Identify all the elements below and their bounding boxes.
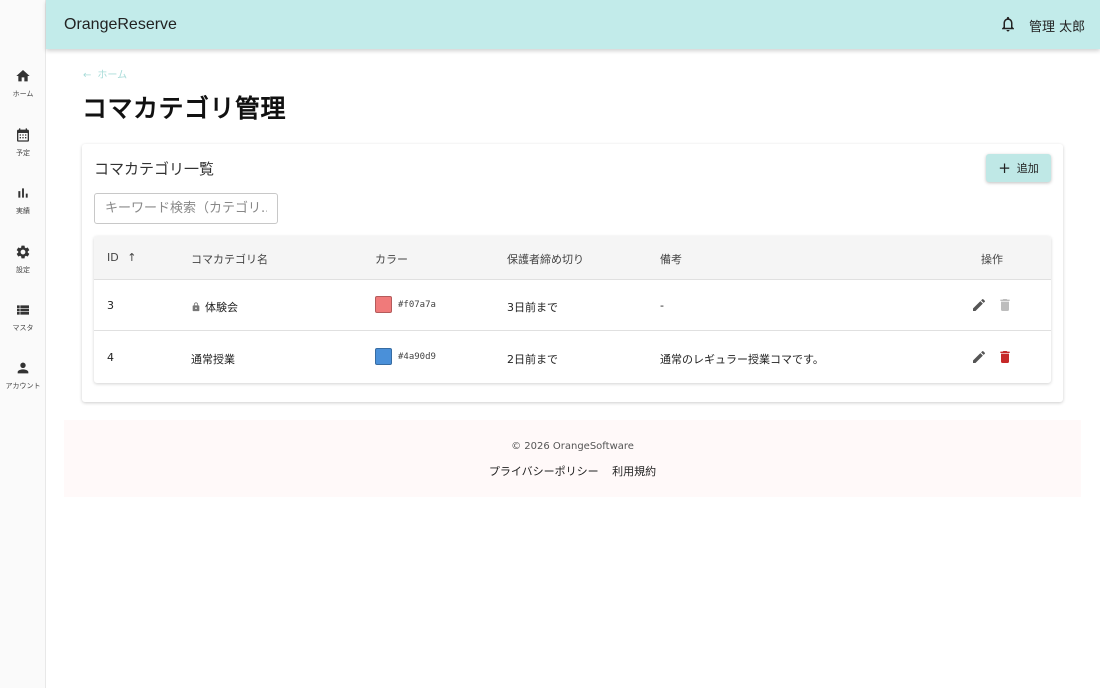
cell-name: 通常授業 <box>191 353 235 366</box>
cell-name: 体験会 <box>191 299 238 315</box>
card-title: コマカテゴリ一覧 <box>94 160 215 178</box>
lock-icon <box>191 302 201 312</box>
breadcrumb-home-link[interactable]: ホーム <box>97 70 127 81</box>
back-arrow-icon: ← <box>83 70 92 81</box>
color-hex: #4a90d9 <box>398 351 436 362</box>
column-header-color[interactable]: カラー <box>375 251 408 267</box>
cell-deadline: 2日前まで <box>507 353 558 366</box>
column-header-id[interactable]: ID ↑ <box>107 251 136 264</box>
column-header-name[interactable]: コマカテゴリ名 <box>191 251 268 267</box>
sidebar-item-label: ホーム <box>12 90 34 98</box>
column-header-id-label: ID <box>107 251 119 264</box>
bar-chart-icon <box>18 188 28 198</box>
color-hex: #f07a7a <box>398 299 436 310</box>
cell-note: 通常のレギュラー授業コマです。 <box>660 353 824 366</box>
color-swatch <box>375 348 392 365</box>
table-row: 3 体験会 #f07a7a 3日前まで - <box>94 280 1051 331</box>
cell-id: 3 <box>107 299 114 312</box>
color-swatch <box>375 296 392 313</box>
column-header-deadline[interactable]: 保護者締め切り <box>507 251 584 267</box>
sidebar-item-master[interactable]: マスタ <box>0 302 46 352</box>
sidebar-item-label: 設定 <box>16 266 30 274</box>
user-menu[interactable]: 管理 太郎 <box>1029 16 1085 35</box>
sidebar-item-home[interactable]: ホーム <box>0 68 46 118</box>
calendar-icon <box>17 128 29 142</box>
edit-button[interactable] <box>971 297 987 313</box>
category-list-card: コマカテゴリ一覧 + 追加 ID ↑ コマカテゴリ名 カラー 保護者締め切り 備… <box>82 144 1063 402</box>
delete-button-disabled <box>997 297 1013 313</box>
home-icon <box>16 70 30 82</box>
sort-ascending-icon: ↑ <box>127 251 137 264</box>
cell-color: #f07a7a <box>375 296 436 313</box>
table-row: 4 通常授業 #4a90d9 2日前まで 通常のレギュラー授業コマです。 <box>94 332 1051 383</box>
keyword-search-input[interactable] <box>94 193 278 224</box>
sidebar-item-label: 実績 <box>16 207 30 215</box>
edit-button[interactable] <box>971 349 987 365</box>
add-button-label: 追加 <box>1016 162 1039 175</box>
table-header: ID ↑ コマカテゴリ名 カラー 保護者締め切り 備考 操作 <box>94 236 1051 280</box>
column-header-actions: 操作 <box>981 253 1003 266</box>
add-category-button[interactable]: + 追加 <box>986 154 1051 182</box>
sidebar-item-account[interactable]: アカウント <box>0 360 46 410</box>
gear-icon <box>16 245 30 259</box>
cell-name-label: 体験会 <box>205 301 238 314</box>
terms-link[interactable]: 利用規約 <box>612 465 656 478</box>
plus-icon: + <box>998 158 1011 177</box>
sidebar-item-settings[interactable]: 設定 <box>0 244 46 294</box>
cell-note: - <box>660 299 664 312</box>
person-icon <box>17 362 29 374</box>
breadcrumb[interactable]: ← ホーム <box>83 66 127 81</box>
privacy-policy-link[interactable]: プライバシーポリシー <box>489 465 599 478</box>
copyright: © 2026 OrangeSoftware <box>511 441 634 452</box>
sidebar-item-results[interactable]: 実績 <box>0 185 46 235</box>
sidebar-item-label: 予定 <box>16 149 30 157</box>
list-icon <box>17 305 29 315</box>
sidebar-item-label: アカウント <box>5 382 41 390</box>
page-title: コマカテゴリ管理 <box>82 94 287 123</box>
column-header-note[interactable]: 備考 <box>660 251 682 267</box>
cell-id: 4 <box>107 351 114 364</box>
app-header: OrangeReserve 管理 太郎 <box>46 0 1100 49</box>
bell-icon <box>1002 16 1014 32</box>
delete-button[interactable] <box>997 349 1013 365</box>
trash-icon <box>1000 351 1010 363</box>
trash-icon <box>1000 299 1010 311</box>
pencil-icon <box>973 350 986 363</box>
sidebar-item-schedule[interactable]: 予定 <box>0 127 46 177</box>
pencil-icon <box>973 298 986 311</box>
footer-links: プライバシーポリシー 利用規約 <box>64 463 1081 479</box>
sidebar-item-label: マスタ <box>12 324 34 332</box>
footer: © 2026 OrangeSoftware プライバシーポリシー 利用規約 <box>64 420 1081 497</box>
sidebar: ホーム 予定 実績 設定 マスタ アカウント <box>0 0 46 688</box>
category-table: ID ↑ コマカテゴリ名 カラー 保護者締め切り 備考 操作 3 体験会 #f0… <box>94 236 1051 383</box>
cell-color: #4a90d9 <box>375 348 436 365</box>
app-brand[interactable]: OrangeReserve <box>64 16 177 34</box>
cell-deadline: 3日前まで <box>507 301 558 314</box>
notification-button[interactable] <box>999 15 1017 33</box>
